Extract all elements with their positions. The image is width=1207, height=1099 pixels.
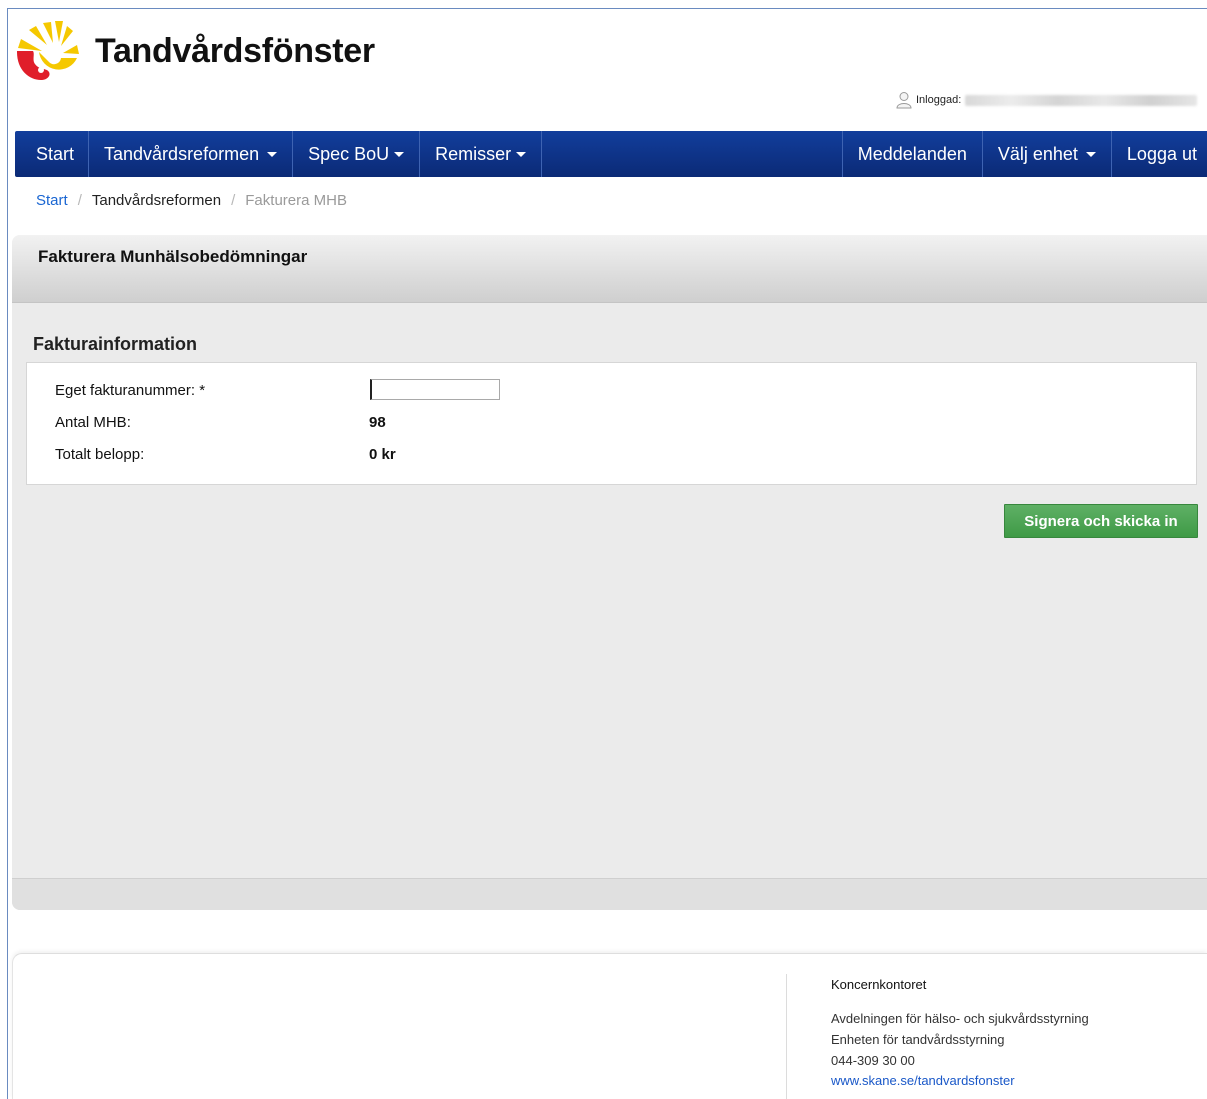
page-title: Fakturera Munhälsobedömningar [38,247,308,266]
user-icon [896,92,912,109]
section-title: Fakturainformation [33,334,198,354]
breadcrumb: Start / Tandvårdsreformen / Fakturera MH… [36,190,347,210]
nav-item-spec-bou[interactable]: Spec BoU [293,131,421,177]
breadcrumb-current: Fakturera MHB [245,191,347,209]
invoice-panel: Fakturera Munhälsobedömningar Fakturainf… [12,235,1207,910]
invoice-number-label: Eget fakturanummer: * [55,382,206,399]
logo-icon [17,21,79,80]
app-title: Tandvårdsfönster [95,32,375,70]
footer-org: Koncernkontoret [831,977,927,992]
breadcrumb-tandvardsreformen[interactable]: Tandvårdsreformen [92,192,221,209]
nav-label: Meddelanden [857,143,967,164]
nav-label: Spec BoU [308,143,390,164]
panel-header [12,235,1207,303]
count-label: Antal MHB: [55,414,131,431]
nav-label: Välj enhet [997,143,1078,164]
caret-down-icon [1085,151,1096,157]
nav-item-start[interactable]: Start [15,131,90,177]
nav-item-tandvardsreformen[interactable]: Tandvårdsreformen [89,131,294,177]
invoice-number-input[interactable] [370,379,500,400]
nav-label: Tandvårdsreformen [104,143,260,164]
panel-footer [12,878,1207,910]
total-value: 0 kr [369,446,396,463]
logged-in-label: Inloggad: [916,94,962,106]
footer-line-department: Avdelningen för hälso- och sjukvårdsstyr… [831,1011,1089,1026]
footer-line-unit: Enheten för tandvårdsstyrning [831,1032,1005,1047]
nav-label: Logga ut [1126,143,1197,164]
login-status: Inloggad: [896,90,1198,110]
breadcrumb-start[interactable]: Start [36,192,68,209]
frame-border-left [7,8,8,1099]
caret-down-icon [516,151,527,157]
logged-in-user-redacted [965,94,1198,106]
nav-item-remisser[interactable]: Remisser [420,131,543,177]
breadcrumb-separator: / [231,191,236,209]
nav-label: Remisser [435,143,512,164]
total-label: Totalt belopp: [55,446,145,463]
footer-line-phone: 044-309 30 00 [831,1053,915,1068]
frame-border-top [7,8,1207,9]
footer-divider [786,974,787,1099]
caret-down-icon [267,151,278,157]
count-value: 98 [369,414,386,431]
caret-down-icon [394,151,405,157]
invoice-info-box: Eget fakturanummer: * Antal MHB: 98 Tota… [26,362,1197,485]
page-footer: Koncernkontoret Avdelningen för hälso- o… [12,953,1207,1099]
footer-link[interactable]: www.skane.se/tandvardsfonster [831,1073,1015,1088]
nav-item-valj-enhet[interactable]: Välj enhet [983,131,1112,177]
sign-and-submit-button[interactable]: Signera och skicka in [1004,504,1198,538]
breadcrumb-separator: / [77,191,82,209]
main-nav: Start Tandvårdsreformen Spec BoU Remisse… [15,131,1207,177]
nav-item-meddelanden[interactable]: Meddelanden [841,131,983,177]
nav-label: Start [36,143,75,164]
nav-item-logga-ut[interactable]: Logga ut [1112,131,1207,177]
